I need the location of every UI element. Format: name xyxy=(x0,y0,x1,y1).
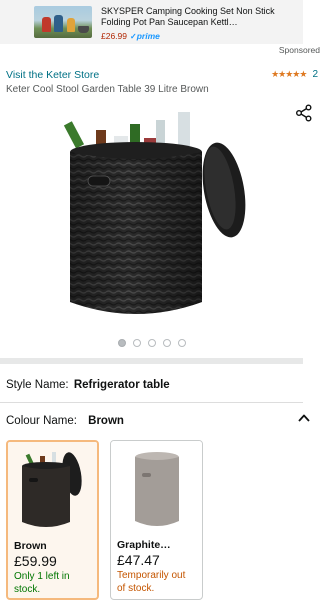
ad-title[interactable]: SKYSPER Camping Cooking Set Non Stick Fo… xyxy=(101,6,297,28)
prime-logo: prime xyxy=(136,31,160,41)
colour-swatch-brown[interactable]: Brown £59.99 Only 1 left in stock. xyxy=(6,440,99,600)
rating-count[interactable]: 2 xyxy=(312,69,318,80)
style-value: Refrigerator table xyxy=(73,379,170,391)
ad-product-thumbnail[interactable] xyxy=(34,6,92,38)
gallery-dot-2[interactable] xyxy=(132,339,141,347)
gallery-dot-4[interactable] xyxy=(162,339,171,347)
sponsored-label[interactable]: Sponsored xyxy=(279,45,320,55)
swatch-name: Graphite… xyxy=(117,539,171,551)
thin-divider xyxy=(0,402,303,403)
swatch-price: £47.47 xyxy=(117,552,160,568)
swatch-price: £59.99 xyxy=(14,553,57,569)
prime-check-icon: ✓ xyxy=(130,31,137,41)
store-link[interactable]: Visit the Keter Store xyxy=(6,69,99,81)
product-title: Keter Cool Stool Garden Table 39 Litre B… xyxy=(6,84,209,95)
swatch-availability: Only 1 left in stock. xyxy=(14,571,70,595)
swatch-name: Brown xyxy=(14,540,47,552)
swatch-availability: Temporarily out of stock. xyxy=(117,570,186,594)
gallery-dot-5[interactable] xyxy=(177,339,186,347)
style-selector[interactable]: Style Name: Refrigerator table xyxy=(6,379,170,391)
ad-price-row: £26.99 ✓ prime xyxy=(101,31,160,41)
gallery-dot-1[interactable] xyxy=(117,339,126,347)
style-label: Style Name: xyxy=(6,379,69,391)
sponsored-ad-banner[interactable]: SKYSPER Camping Cooking Set Non Stick Fo… xyxy=(0,0,303,44)
colour-value: Brown xyxy=(88,415,124,427)
swatch-image-graphite xyxy=(111,441,202,535)
rating[interactable]: ★★★★★ 2 xyxy=(271,69,318,80)
colour-swatch-graphite[interactable]: Graphite… £47.47 Temporarily out of stoc… xyxy=(110,440,203,600)
swatch-image-brown xyxy=(8,442,97,536)
gallery-pagination[interactable] xyxy=(0,339,303,347)
ad-price: £26.99 xyxy=(101,31,127,41)
star-rating-icon: ★★★★★ xyxy=(271,69,307,79)
colour-selector[interactable]: Colour Name: Brown xyxy=(6,415,124,427)
product-image[interactable] xyxy=(56,106,256,331)
share-icon[interactable] xyxy=(295,104,313,122)
chevron-up-icon[interactable] xyxy=(297,411,311,425)
gallery-dot-3[interactable] xyxy=(147,339,156,347)
colour-label: Colour Name: xyxy=(6,415,77,427)
section-divider xyxy=(0,358,303,364)
